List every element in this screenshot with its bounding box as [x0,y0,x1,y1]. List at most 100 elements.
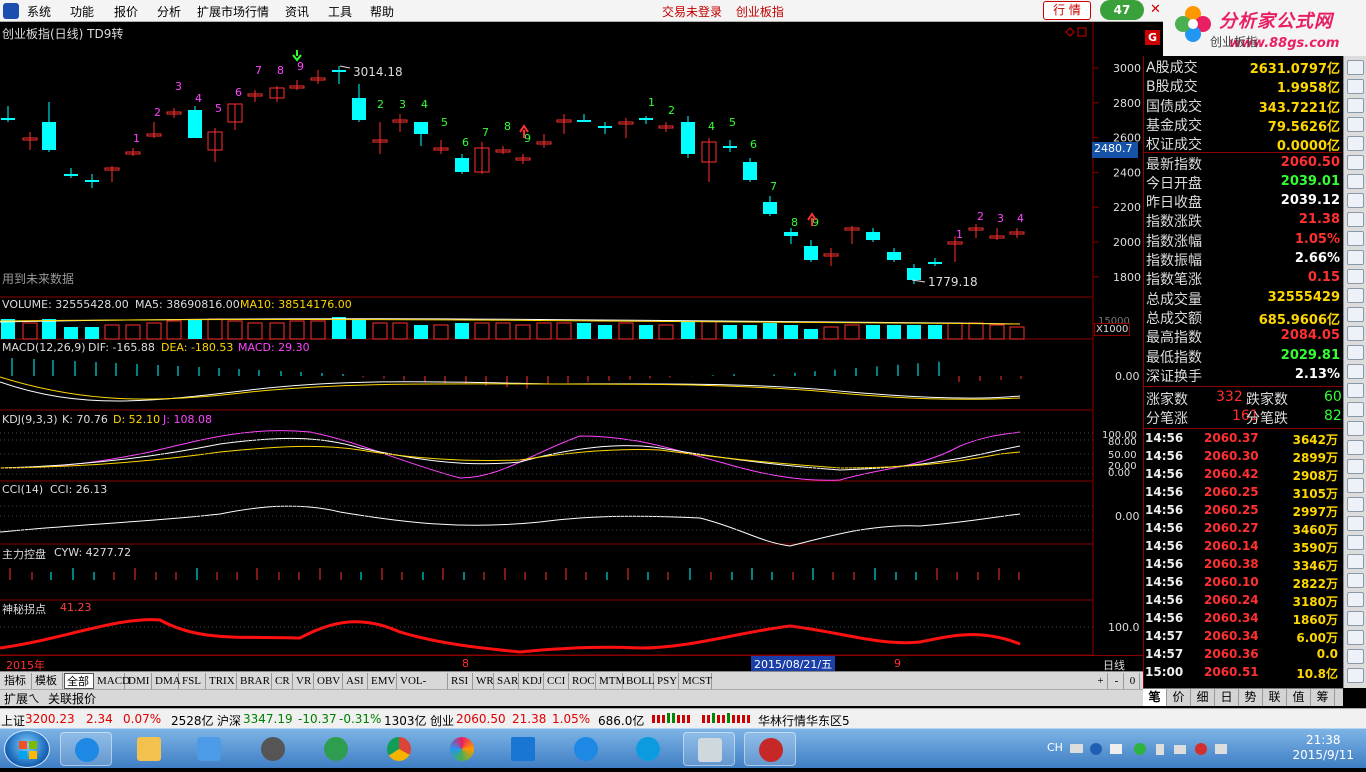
toolbar-button-29-icon[interactable] [1347,611,1364,626]
tab-extended[interactable]: 扩展ㄟ [4,690,40,707]
toolbar-button-6-icon[interactable] [1347,174,1364,189]
toolbar-button-11-icon[interactable] [1347,269,1364,284]
toolbar-button-21-icon[interactable] [1347,459,1364,474]
indicator-tab-kdj[interactable]: KDJ [520,673,544,689]
indicator-tab-模板[interactable]: 模板 [33,673,63,689]
toolbar-button-28-icon[interactable] [1347,592,1364,607]
indicator-tab-指标[interactable]: 指标 [2,673,32,689]
toolbar-button-0-icon[interactable] [1347,60,1364,75]
panel-tab-1[interactable]: 价 [1167,689,1191,706]
server-name[interactable]: 华林行情华东区5 [758,712,850,729]
indicator-tab-psy[interactable]: PSY [655,673,679,689]
indicator-tab-vr[interactable]: VR [294,673,314,689]
menu-item-news[interactable]: 资讯 [285,3,309,20]
indicator-tab-sar[interactable]: SAR [495,673,519,689]
tray-icons[interactable] [1070,741,1230,757]
menu-item-system[interactable]: 系统 [27,3,51,20]
toolbar-button-8-icon[interactable] [1347,212,1364,227]
toolbar-button-1-icon[interactable] [1347,79,1364,94]
toolbar-button-16-icon[interactable] [1347,364,1364,379]
indicator-tab-全部[interactable]: 全部 [64,673,94,689]
toolbar-button-10-icon[interactable] [1347,250,1364,265]
indicator-tab-trix[interactable]: TRIX [207,673,237,689]
indicator-tab-emv[interactable]: EMV [369,673,397,689]
toolbar-button-20-icon[interactable] [1347,440,1364,455]
indicator-tab-cr[interactable]: CR [273,673,293,689]
indicator-tab-mcst[interactable]: MCST [680,673,712,689]
toolbar-button-32-icon[interactable] [1347,668,1364,683]
toolbar-button-5-icon[interactable] [1347,155,1364,170]
toolbar-button-19-icon[interactable] [1347,421,1364,436]
indicator-tab-dma[interactable]: DMA [153,673,181,689]
indicator-tab-wr[interactable]: WR [474,673,494,689]
indicator-nav-2[interactable]: 0 [1126,673,1140,689]
start-button[interactable] [4,730,50,768]
panel-tab-5[interactable]: 联 [1263,689,1287,706]
chart-canvas[interactable]: 30002800260024002200200018002 3 4567 89124 5… [0,22,1143,655]
indicator-tab-cci[interactable]: CCI [545,673,569,689]
toolbar-button-30-icon[interactable] [1347,630,1364,645]
menu-item-analysis[interactable]: 分析 [157,3,181,20]
indicator-tab-asi[interactable]: ASI [344,673,368,689]
notepad-task[interactable] [683,732,735,766]
toolbar-button-17-icon[interactable] [1347,383,1364,398]
indicator-tab-macd[interactable]: MACD [95,673,130,689]
toolbar-button-23-icon[interactable] [1347,497,1364,512]
bank-task[interactable] [744,732,796,766]
indicator-nav-0[interactable]: + [1094,673,1108,689]
menu-item-function[interactable]: 功能 [70,3,94,20]
menu-item-tools[interactable]: 工具 [328,3,352,20]
toolbar-button-24-icon[interactable] [1347,516,1364,531]
indicator-tab-dmi[interactable]: DMI [126,673,152,689]
indicator-tab-brar[interactable]: BRAR [238,673,272,689]
toolbar-button-7-icon[interactable] [1347,193,1364,208]
panel-tab-6[interactable]: 值 [1287,689,1311,706]
panel-tab-7[interactable]: 筹 [1311,689,1335,706]
clock[interactable]: 21:38 2015/9/11 [1292,733,1354,763]
player-task[interactable] [560,732,612,766]
menu-item-quote[interactable]: 报价 [114,3,138,20]
chrome-task[interactable] [373,732,425,766]
colorful-task[interactable] [436,732,488,766]
toolbar-button-26-icon[interactable] [1347,554,1364,569]
toolbar-button-14-icon[interactable] [1347,326,1364,341]
indicator-tab-boll[interactable]: BOLL [624,673,655,689]
toolbar-button-12-icon[interactable] [1347,288,1364,303]
toolbar-button-4-icon[interactable] [1347,136,1364,151]
quote-button[interactable]: 行 情 [1043,1,1091,20]
explorer-task[interactable] [123,732,175,766]
ie-task[interactable] [60,732,112,766]
indicator-tab-obv[interactable]: OBV [315,673,343,689]
toolbar-button-27-icon[interactable] [1347,573,1364,588]
toolbar-button-18-icon[interactable] [1347,402,1364,417]
indicator-tab-mtm[interactable]: MTM [597,673,625,689]
indicator-tab-vol-tdx[interactable]: VOL-TDX [398,673,448,703]
toolbar-button-22-icon[interactable] [1347,478,1364,493]
video-task[interactable] [310,732,362,766]
panel-tab-0[interactable]: 笔 [1143,689,1167,706]
panel-tab-2[interactable]: 细 [1191,689,1215,706]
toolbar-button-15-icon[interactable] [1347,345,1364,360]
menu-item-extended-market[interactable]: 扩展市场行情 [197,3,269,20]
tab-related-quote[interactable]: 关联报价 [48,690,96,707]
toolbar-button-3-icon[interactable] [1347,117,1364,132]
toolbar-button-25-icon[interactable] [1347,535,1364,550]
indicator-nav-1[interactable]: - [1110,673,1124,689]
close-icon[interactable]: ✕ [1150,2,1161,17]
panel-tab-3[interactable]: 日 [1215,689,1239,706]
feather-task[interactable] [622,732,674,766]
toolbar-button-13-icon[interactable] [1347,307,1364,322]
indicator-tab-rsi[interactable]: RSI [449,673,473,689]
toolbar-button-31-icon[interactable] [1347,649,1364,664]
bird-task[interactable] [497,732,549,766]
notification-badge[interactable]: 47 [1100,0,1144,20]
input-language[interactable]: CH [1047,741,1063,754]
media-task[interactable] [183,732,235,766]
indicator-tab-roc[interactable]: ROC [570,673,596,689]
toolbar-button-2-icon[interactable] [1347,98,1364,113]
indicator-tab-fsl[interactable]: FSL [180,673,206,689]
film-task[interactable] [247,732,299,766]
toolbar-button-9-icon[interactable] [1347,231,1364,246]
panel-tab-4[interactable]: 势 [1239,689,1263,706]
menu-item-help[interactable]: 帮助 [370,3,394,20]
